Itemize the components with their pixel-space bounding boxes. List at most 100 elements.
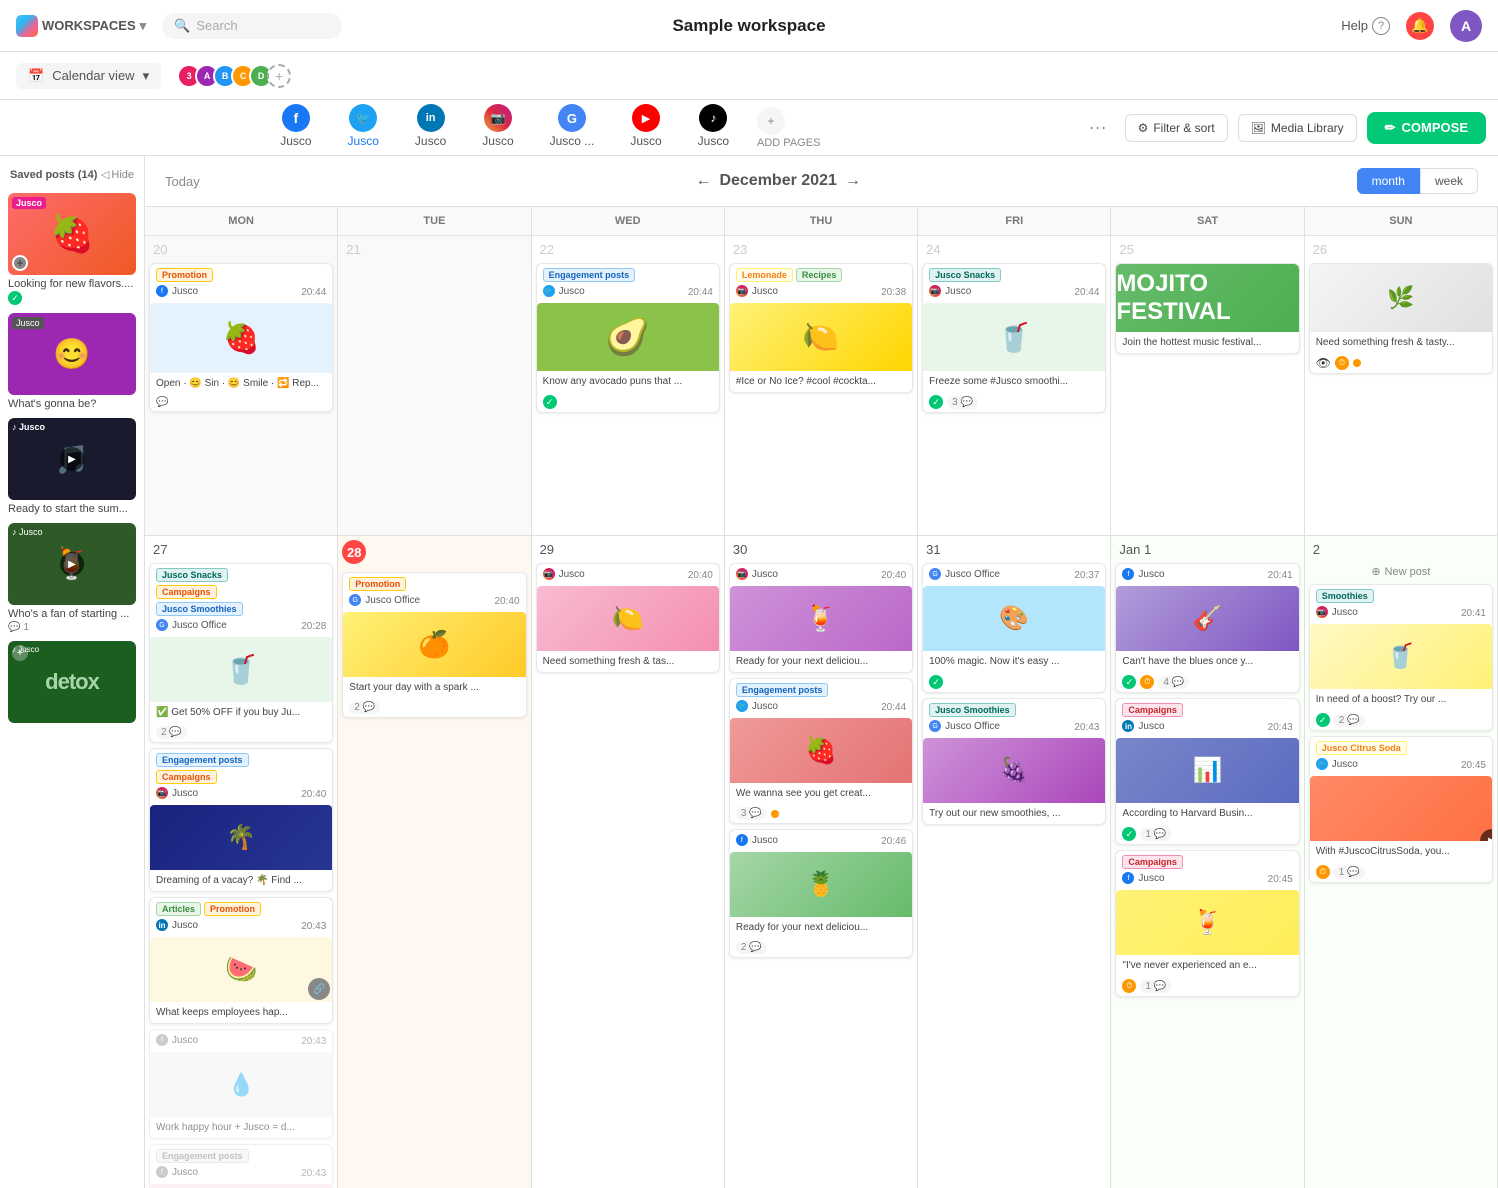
sidebar-item-2[interactable]: 😊 Jusco What's gonna be? xyxy=(8,313,136,410)
tab-twitter[interactable]: 🐦 Jusco xyxy=(330,96,397,159)
card-promotion-mon[interactable]: Promotion f Jusco 20:44 🍓 xyxy=(149,263,333,412)
calendar-view-chevron[interactable]: ▾ xyxy=(143,68,150,84)
img-30-2-emoji: 🍓 xyxy=(805,735,837,766)
card-account-thu: 📷 Jusco xyxy=(736,285,778,297)
card-engagement-27[interactable]: Engagement posts Campaigns 📷 Jusco 20:40 xyxy=(149,748,333,892)
card-header-citrus-2: 🐦 Jusco 20:45 xyxy=(1316,758,1486,772)
card-promo-28[interactable]: Promotion G Jusco Office 20:40 🍊 xyxy=(342,572,526,718)
month-view-button[interactable]: month xyxy=(1357,168,1420,194)
help-button[interactable]: Help ? xyxy=(1341,17,1390,35)
card-header-jan1-3: f Jusco 20:45 xyxy=(1122,872,1292,886)
compose-button[interactable]: ✏ COMPOSE xyxy=(1367,112,1486,144)
tab-google[interactable]: G Jusco ... xyxy=(532,96,613,159)
tab-instagram[interactable]: 📷 Jusco xyxy=(464,96,531,159)
workspaces-label[interactable]: WORKSPACES xyxy=(42,18,136,33)
team-avatars: 3 A B C D + xyxy=(177,64,291,88)
img-2: 🥤 xyxy=(1310,624,1492,689)
mojito-img: MOJITO FESTIVAL xyxy=(1116,264,1298,332)
clock-jan1-3: ⏱ xyxy=(1122,979,1136,993)
logo[interactable]: WORKSPACES ▾ xyxy=(16,15,146,37)
img-30-1-emoji: 🍹 xyxy=(805,603,837,634)
card-account-30-2: 🐦 Jusco xyxy=(736,700,778,712)
thumb-5: detox + ♪ Jusco xyxy=(8,641,136,723)
new-post-button[interactable]: ⊕ New post xyxy=(1309,565,1493,578)
thumb-1-status: ✓ xyxy=(8,291,136,305)
thumb-4-caption: Who's a fan of starting ... xyxy=(8,608,136,620)
card-engagement-wed[interactable]: Engagement posts 🐦 Jusco 20:44 🥑 xyxy=(536,263,720,413)
card-mojito[interactable]: MOJITO FESTIVAL Join the hottest music f… xyxy=(1115,263,1299,354)
thumb-3: 🎵 ▶ ♪ Jusco xyxy=(8,418,136,500)
day-28: 28 Promotion G Jusco Office 20:40 xyxy=(338,536,531,1188)
day-30-num: 30 xyxy=(729,540,913,559)
footer-27: 2 💬 xyxy=(150,723,332,742)
sidebar-item-1[interactable]: 🍓 Jusco + Looking for new flavors.... ✓ xyxy=(8,193,136,305)
week-view-button[interactable]: week xyxy=(1420,168,1478,194)
day-num-sat: 25 xyxy=(1115,240,1299,259)
workspaces-chevron[interactable]: ▾ xyxy=(140,18,147,34)
text-28: Start your day with a spark ... xyxy=(349,681,519,694)
card-30-3[interactable]: f Jusco 20:46 🍍 Ready for your next deli… xyxy=(729,829,913,958)
clock-jan1-1: ⏱ xyxy=(1140,675,1154,689)
tab-youtube[interactable]: ▶ Jusco xyxy=(612,96,679,159)
img-29-emoji: 🍋 xyxy=(612,603,644,634)
text-30-1: Ready for your next deliciou... xyxy=(736,655,906,668)
header-sat: SAT xyxy=(1111,207,1304,236)
user-avatar[interactable]: A xyxy=(1450,10,1482,42)
card-jusco-snacks-fri[interactable]: Jusco Snacks 📷 Jusco 20:44 🥤 xyxy=(922,263,1106,413)
text-jan1-1: Can't have the blues once y... xyxy=(1122,655,1292,668)
card-header-jan1-1: f Jusco 20:41 xyxy=(1122,568,1292,582)
add-team-member[interactable]: + xyxy=(267,64,291,88)
thumb-2-caption: What's gonna be? xyxy=(8,398,136,410)
card-need-fresh-sun[interactable]: 🌿 Need something fresh & tasty... 👁 ⏱ xyxy=(1309,263,1493,374)
card-31-1[interactable]: G Jusco Office 20:37 🎨 100% magic. Now i… xyxy=(922,563,1106,693)
filter-sort-button[interactable]: ⚙ Filter & sort xyxy=(1125,114,1228,142)
tag-campaigns-jan1: Campaigns xyxy=(1122,703,1183,717)
add-page-button[interactable]: + ADD PAGES xyxy=(747,99,830,157)
sidebar-item-4[interactable]: 🍹 ▶ ♪ Jusco Who's a fan of starting ... … xyxy=(8,523,136,633)
card-30-2[interactable]: Engagement posts 🐦 Jusco 20:44 🍓 xyxy=(729,678,913,824)
next-month-button[interactable]: → xyxy=(845,172,861,190)
tab-tiktok[interactable]: ♪ Jusco xyxy=(680,96,747,159)
prev-month-button[interactable]: ← xyxy=(695,172,711,190)
card-grey-27[interactable]: f Jusco 20:43 💧 Work happy hour + Jusco … xyxy=(149,1029,333,1139)
card-smoothies-2[interactable]: Smoothies 📷 Jusco 20:41 🥤 xyxy=(1309,584,1493,731)
tab-facebook[interactable]: f Jusco xyxy=(262,96,329,159)
sidebar-item-3[interactable]: 🎵 ▶ ♪ Jusco Ready to start the sum... xyxy=(8,418,136,515)
text-31-1: 100% magic. Now it's easy ... xyxy=(929,655,1099,668)
logo-icon xyxy=(16,15,38,37)
compose-label: COMPOSE xyxy=(1402,120,1468,135)
calendar-view-selector[interactable]: 📅 Calendar view ▾ xyxy=(16,63,161,89)
account-30-1: Jusco xyxy=(752,569,778,580)
footer-jan1-3: ⏱ 1 💬 xyxy=(1116,976,1298,996)
hide-label: Hide xyxy=(111,169,134,181)
card-31-2[interactable]: Jusco Smoothies G Jusco Office 20:43 🍇 xyxy=(922,698,1106,825)
media-library-button[interactable]: 🖼 Media Library xyxy=(1238,114,1357,142)
notification-button[interactable]: 🔔 xyxy=(1406,12,1434,40)
card-text-sun: Need something fresh & tasty... xyxy=(1316,336,1486,349)
sidebar-item-5[interactable]: detox + ♪ Jusco xyxy=(8,641,136,723)
account-citrus-2: Jusco xyxy=(1332,759,1358,770)
day-jan1-num: Jan 1 xyxy=(1115,540,1299,559)
card-li-27[interactable]: Articles Promotion in Jusco 20:43 xyxy=(149,897,333,1024)
account-27e: Jusco xyxy=(172,1167,198,1178)
ig-account-icon: 📷 xyxy=(736,285,748,297)
new-post-label: New post xyxy=(1385,566,1431,578)
search-bar[interactable]: 🔍 Search xyxy=(162,13,342,39)
img-jan1-2-emoji: 📊 xyxy=(1193,756,1223,785)
card-header-30-1: 📷 Jusco 20:40 xyxy=(736,568,906,582)
card-header-31-2: G Jusco Office 20:43 xyxy=(929,720,1099,734)
card-eng-grey-27[interactable]: Engagement posts f Jusco 20:43 ▶ xyxy=(149,1144,333,1188)
tab-linkedin[interactable]: in Jusco xyxy=(397,96,464,159)
card-29-ig[interactable]: 📷 Jusco 20:40 🍋 Need something fresh & t… xyxy=(536,563,720,673)
thumb-1: 🍓 Jusco + xyxy=(8,193,136,275)
hide-sidebar-button[interactable]: ◁ Hide xyxy=(101,168,134,181)
more-options-button[interactable]: ··· xyxy=(1081,113,1115,142)
card-lemonade[interactable]: Lemonade Recipes 📷 Jusco 20:38 🍋 xyxy=(729,263,913,393)
img-jan1-1-emoji: 🎸 xyxy=(1193,604,1223,633)
card-campaigns-27[interactable]: Jusco Snacks Campaigns Jusco Smoothies G… xyxy=(149,563,333,743)
card-30-1[interactable]: 📷 Jusco 20:40 🍹 Ready for your next deli… xyxy=(729,563,913,673)
card-jan1-2[interactable]: Campaigns in Jusco 20:43 📊 xyxy=(1115,698,1299,845)
card-jan1-3[interactable]: Campaigns f Jusco 20:45 🍹 xyxy=(1115,850,1299,997)
card-jan1-1[interactable]: f Jusco 20:41 🎸 Can't have the blues onc… xyxy=(1115,563,1299,693)
card-citrus-2[interactable]: Jusco Citrus Soda 🐦 Jusco 20:45 ▶ xyxy=(1309,736,1493,883)
